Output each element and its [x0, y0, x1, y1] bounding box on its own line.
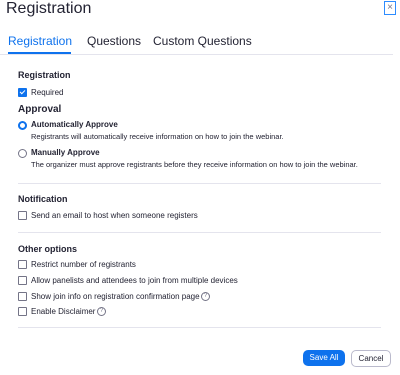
tab-registration[interactable]: Registration	[8, 34, 72, 48]
automatically-approve-radio[interactable]	[18, 121, 27, 130]
automatically-approve-description: Registrants will automatically receive i…	[31, 132, 284, 141]
restrict-registrants-checkbox[interactable]	[18, 260, 27, 269]
required-label: Required	[31, 88, 64, 97]
divider	[18, 327, 381, 328]
tab-questions[interactable]: Questions	[87, 34, 141, 48]
enable-disclaimer-label: Enable Disclaimer	[31, 307, 96, 316]
close-icon[interactable]: ×	[384, 1, 396, 15]
show-join-info-label: Show join info on registration confirmat…	[31, 292, 200, 301]
other-options-heading: Other options	[18, 244, 77, 254]
approval-section-heading: Approval	[18, 104, 62, 115]
cancel-button[interactable]: Cancel	[351, 350, 391, 367]
help-icon[interactable]: ?	[97, 307, 106, 316]
email-host-checkbox[interactable]	[18, 211, 27, 220]
tab-bar: Registration Questions Custom Questions	[0, 34, 393, 55]
dialog-title: Registration	[6, 0, 92, 17]
manually-approve-radio[interactable]	[18, 149, 27, 158]
save-all-button[interactable]: Save All	[303, 350, 345, 366]
help-icon[interactable]: ?	[201, 292, 210, 301]
registration-section-heading: Registration	[18, 70, 71, 80]
tab-custom-questions[interactable]: Custom Questions	[153, 34, 252, 48]
manually-approve-description: The organizer must approve registrants b…	[31, 160, 358, 169]
active-tab-indicator	[8, 52, 71, 54]
manually-approve-label: Manually Approve	[31, 148, 100, 157]
automatically-approve-label: Automatically Approve	[31, 120, 118, 129]
divider	[18, 183, 381, 184]
divider	[18, 232, 381, 233]
enable-disclaimer-checkbox[interactable]	[18, 307, 27, 316]
show-join-info-checkbox[interactable]	[18, 292, 27, 301]
multiple-devices-checkbox[interactable]	[18, 276, 27, 285]
email-host-label: Send an email to host when someone regis…	[31, 211, 198, 220]
restrict-registrants-label: Restrict number of registrants	[31, 260, 136, 269]
required-checkbox[interactable]	[18, 88, 27, 97]
multiple-devices-label: Allow panelists and attendees to join fr…	[31, 276, 238, 285]
notification-section-heading: Notification	[18, 194, 68, 204]
